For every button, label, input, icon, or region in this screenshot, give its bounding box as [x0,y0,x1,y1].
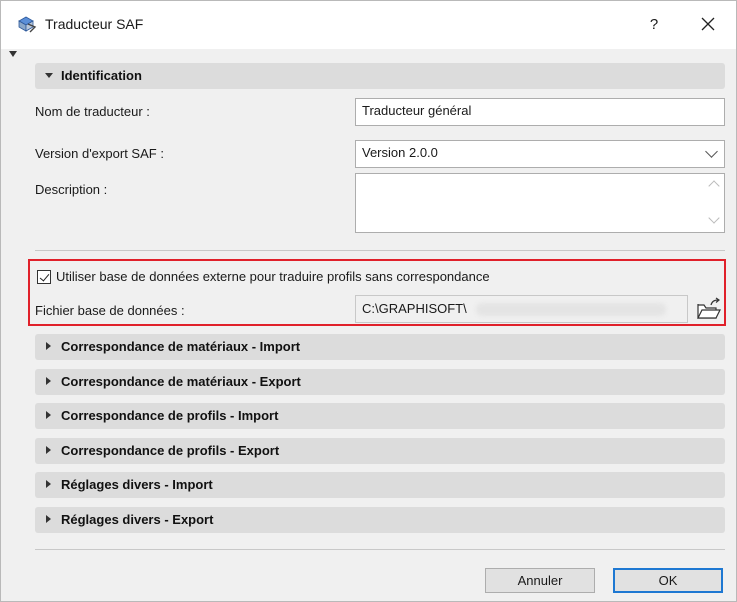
expand-arrow-icon [46,446,51,454]
cancel-button[interactable]: Annuler [485,568,595,593]
browse-folder-button[interactable] [695,296,723,322]
redacted-path [476,303,666,316]
section-material-import[interactable]: Correspondance de matériaux - Import [35,334,725,360]
scroll-up-icon[interactable] [708,180,720,192]
scroll-down-icon[interactable] [708,212,720,224]
section-label: Correspondance de profils - Export [61,443,280,458]
title-bar: Traducteur SAF ? [1,1,736,49]
section-material-export[interactable]: Correspondance de matériaux - Export [35,369,725,395]
section-misc-import[interactable]: Réglages divers - Import [35,472,725,498]
translator-name-value: Traducteur général [362,103,472,118]
close-icon [701,17,715,31]
section-identification[interactable]: Identification [35,63,725,89]
section-label: Identification [61,68,142,83]
help-button[interactable]: ? [639,12,669,38]
expand-arrow-icon [46,377,51,385]
description-textarea[interactable] [355,173,725,233]
translator-name-label: Nom de traducteur : [35,104,150,119]
chevron-down-icon [705,145,718,158]
expand-arrow-icon [46,411,51,419]
external-db-checkbox-label[interactable]: Utiliser base de données externe pour tr… [56,269,490,284]
window-title: Traducteur SAF [45,16,144,32]
external-db-checkbox[interactable] [37,270,51,284]
section-label: Réglages divers - Import [61,477,213,492]
database-file-label: Fichier base de données : [35,303,185,318]
app-icon [17,15,37,33]
section-label: Réglages divers - Export [61,512,214,527]
export-version-value: Version 2.0.0 [362,145,438,160]
description-label: Description : [35,182,108,197]
translator-dialog: Traducteur SAF ? Identification Nom de t… [0,0,737,602]
section-label: Correspondance de matériaux - Export [61,374,301,389]
divider [35,250,725,251]
checkmark-icon [39,271,50,282]
expand-arrow-icon [46,342,51,350]
translator-name-field[interactable]: Traducteur général [355,98,725,126]
export-version-select[interactable]: Version 2.0.0 [355,140,725,168]
export-version-label: Version d'export SAF : [35,146,164,161]
expand-arrow-icon [46,515,51,523]
expand-arrow-icon [45,73,53,78]
expand-arrow-icon [46,480,51,488]
resize-arrow-icon [9,51,17,57]
section-misc-export[interactable]: Réglages divers - Export [35,507,725,533]
ok-button[interactable]: OK [613,568,723,593]
section-profile-import[interactable]: Correspondance de profils - Import [35,403,725,429]
section-label: Correspondance de matériaux - Import [61,339,301,354]
section-label: Correspondance de profils - Import [61,408,279,423]
close-button[interactable] [691,12,725,38]
divider [35,549,725,550]
open-folder-icon [697,297,721,319]
section-profile-export[interactable]: Correspondance de profils - Export [35,438,725,464]
database-file-value: C:\GRAPHISOFT\ [362,301,467,316]
database-file-path: C:\GRAPHISOFT\ [355,295,688,323]
